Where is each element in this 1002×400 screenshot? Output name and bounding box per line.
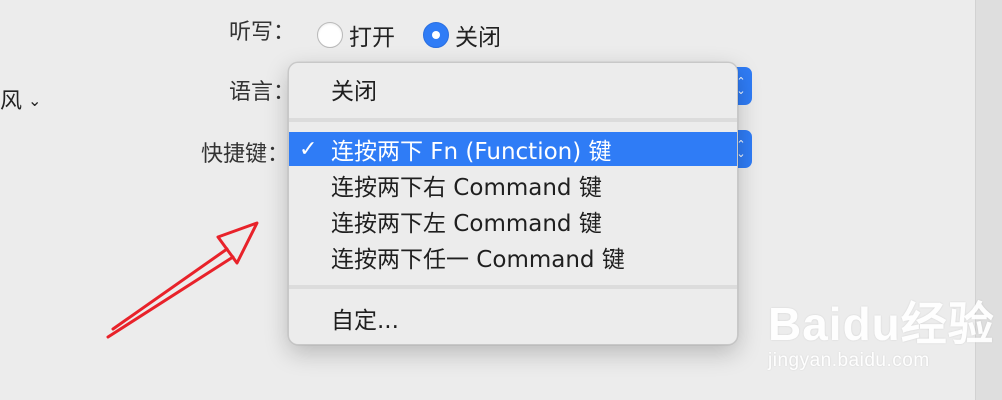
watermark: Baidu经验 jingyan.baidu.com	[768, 288, 995, 372]
sidebar-item-label: 风	[0, 89, 23, 114]
menu-item-label: 自定...	[331, 308, 399, 334]
annotation-arrow-icon	[106, 221, 259, 339]
menu-item-customize[interactable]: 自定...	[289, 301, 737, 335]
radio-icon	[317, 22, 343, 48]
menu-item-either-command[interactable]: 连按两下任一 Command 键	[289, 240, 737, 274]
menu-item-off[interactable]: 关闭	[289, 72, 737, 106]
language-label: 语言：	[229, 80, 296, 105]
radio-label-off: 关闭	[455, 25, 501, 51]
menu-item-left-command[interactable]: 连按两下左 Command 键	[289, 204, 737, 238]
dictation-label: 听写：	[229, 20, 296, 45]
menu-item-label: 连按两下左 Command 键	[331, 211, 602, 237]
shortcut-dropdown-menu: 关闭 ✓ 连按两下 Fn (Function) 键 连按两下右 Command …	[288, 62, 738, 345]
menu-item-right-command[interactable]: 连按两下右 Command 键	[289, 168, 737, 202]
sidebar-item-microphone[interactable]: 风 ⌄	[0, 83, 41, 115]
menu-item-label: 连按两下右 Command 键	[331, 175, 602, 201]
radio-selected-icon	[423, 22, 449, 48]
menu-item-fn-double[interactable]: ✓ 连按两下 Fn (Function) 键	[289, 132, 737, 166]
check-icon: ✓	[299, 136, 318, 162]
chevron-down-icon: ⌄	[28, 90, 42, 110]
menu-item-label: 连按两下 Fn (Function) 键	[331, 139, 612, 165]
radio-label-on: 打开	[349, 25, 395, 51]
menu-item-label: 关闭	[331, 79, 377, 105]
dictation-on-radio[interactable]: 打开	[317, 18, 395, 52]
menu-item-label: 连按两下任一 Command 键	[331, 247, 625, 273]
watermark-logo: Baidu经验	[768, 298, 995, 350]
menu-separator	[289, 118, 737, 122]
dictation-off-radio[interactable]: 关闭	[423, 18, 501, 52]
shortcut-label: 快捷键：	[201, 142, 290, 167]
menu-separator	[289, 285, 737, 289]
